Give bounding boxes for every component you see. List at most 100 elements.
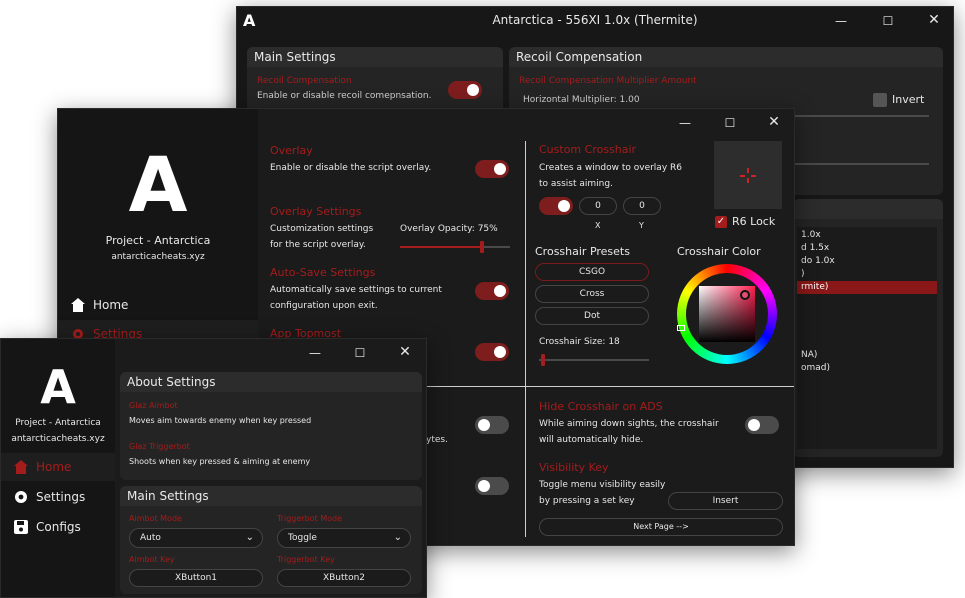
gear-icon (15, 491, 27, 503)
color-picker-handle[interactable] (740, 290, 750, 300)
aimbot-mode-select[interactable]: Auto ⌄ (129, 528, 263, 548)
vertical-multiplier-slider[interactable] (789, 163, 929, 165)
horizontal-multiplier-label: Horizontal Multiplier: 1.00 (523, 95, 640, 105)
triggerbot-key-label: Triggerbot Key (277, 555, 335, 564)
list-item[interactable]: do 1.0x (797, 255, 937, 268)
close-icon[interactable]: ✕ (924, 12, 944, 28)
front-logo: A (40, 360, 76, 414)
list-item[interactable] (797, 294, 937, 307)
recoil-compensation-toggle[interactable] (448, 81, 482, 99)
preset-list-panel: 1.0x d 1.5x do 1.0x ) rmite) NA) omad) (793, 199, 943, 457)
preset-cross-button[interactable]: Cross (535, 285, 649, 303)
preset-list[interactable]: 1.0x d 1.5x do 1.0x ) rmite) NA) omad) (797, 227, 937, 449)
front-close-icon[interactable]: ✕ (395, 344, 415, 360)
front-settings-label: Settings (36, 490, 86, 504)
triggerbot-key-button[interactable]: XButton2 (277, 569, 411, 587)
invert-checkbox[interactable] (873, 93, 887, 107)
mid-project-name: Project - Antarctica (105, 234, 211, 247)
hue-picker-handle[interactable] (677, 325, 685, 331)
list-item[interactable]: 1.0x (797, 229, 937, 242)
visibility-key-button[interactable]: Insert (668, 492, 783, 510)
app-topmost-toggle[interactable] (475, 343, 509, 361)
crosshair-y-input[interactable]: 0 (623, 197, 661, 215)
preset-csgo-button[interactable]: CSGO (535, 263, 649, 281)
mid-sidebar-item-home[interactable]: Home (58, 291, 258, 319)
overlay-opacity-slider[interactable] (400, 241, 510, 253)
list-item[interactable]: ) (797, 268, 937, 281)
triggerbot-mode-select[interactable]: Toggle ⌄ (277, 528, 411, 548)
front-sidebar-item-settings[interactable]: Settings (1, 483, 115, 511)
front-sidebar-item-home[interactable]: Home (1, 453, 115, 481)
chevron-down-icon: ⌄ (393, 532, 402, 543)
save-icon (14, 520, 28, 534)
hide-crosshair-toggle[interactable] (745, 416, 779, 434)
unknown-toggle-1[interactable] (475, 416, 509, 434)
mid-home-label: Home (93, 298, 129, 312)
horizontal-divider (426, 386, 794, 387)
crosshair-y-label: Y (639, 221, 644, 230)
aimbot-key-button[interactable]: XButton1 (129, 569, 263, 587)
recoil-panel-title: Recoil Compensation (509, 47, 943, 67)
auto-save-toggle[interactable] (475, 282, 509, 300)
front-maximize-icon[interactable]: ☐ (350, 345, 370, 361)
list-item[interactable] (797, 320, 937, 333)
visibility-key-desc-2: by pressing a set key (539, 496, 635, 506)
list-item-selected[interactable]: rmite) (797, 281, 937, 294)
crosshair-x-input[interactable]: 0 (579, 197, 617, 215)
overlay-opacity-label: Overlay Opacity: 75% (400, 224, 498, 234)
preset-dot-button[interactable]: Dot (535, 307, 649, 325)
horizontal-multiplier-slider[interactable] (789, 115, 929, 117)
maximize-icon[interactable]: ☐ (878, 13, 898, 29)
hide-crosshair-label: Hide Crosshair on ADS (539, 400, 663, 413)
aimbot-key-label: Aimbot Key (129, 555, 175, 564)
crosshair-x-label: X (595, 221, 601, 230)
visibility-key-desc-1: Toggle menu visibility easily (539, 480, 666, 490)
mid-logo: A (128, 140, 188, 229)
r6-lock-checkbox[interactable]: ✓ (715, 216, 727, 228)
unknown-toggle-2[interactable] (475, 477, 509, 495)
overlay-settings-label: Overlay Settings (270, 205, 362, 218)
list-item[interactable] (797, 307, 937, 320)
front-main-settings-panel: Main Settings Aimbot Mode Auto ⌄ Trigger… (120, 486, 422, 594)
minimize-icon[interactable]: — (831, 13, 851, 29)
custom-crosshair-desc-1: Creates a window to overlay R6 (539, 163, 682, 173)
front-sidebar-item-configs[interactable]: Configs (1, 513, 115, 541)
front-project-name: Project - Antarctica (15, 418, 101, 428)
front-home-label: Home (36, 460, 72, 474)
list-item[interactable]: NA) (797, 349, 937, 362)
mid-minimize-icon[interactable]: — (675, 115, 695, 131)
preset-list-head (793, 199, 943, 219)
list-item[interactable]: d 1.5x (797, 242, 937, 255)
triggerbot-mode-value: Toggle (288, 533, 317, 543)
partial-text: ytes. (426, 435, 448, 445)
overlay-toggle[interactable] (475, 160, 509, 178)
overlay-label: Overlay (270, 144, 313, 157)
r6-lock-label: R6 Lock (732, 215, 776, 228)
about-settings-title: About Settings (120, 372, 422, 392)
list-item[interactable] (797, 333, 937, 346)
hide-crosshair-desc-1: While aiming down sights, the crosshair (539, 419, 719, 429)
crosshair-color-title: Crosshair Color (677, 245, 761, 258)
auto-save-desc-1: Automatically save settings to current (270, 285, 442, 295)
front-sidebar: A Project - Antarctica antarcticacheats.… (1, 339, 115, 597)
back-main-settings-title: Main Settings (247, 47, 503, 67)
crosshair-preview (714, 141, 782, 209)
auto-save-label: Auto-Save Settings (270, 266, 376, 279)
overlay-settings-desc-1: Customization settings (270, 224, 374, 234)
aimbot-mode-value: Auto (140, 533, 161, 543)
custom-crosshair-desc-2: to assist aiming. (539, 179, 613, 189)
mid-site: antarcticacheats.xyz (111, 252, 205, 262)
mid-close-icon[interactable]: ✕ (764, 114, 784, 130)
crosshair-color-wheel[interactable] (677, 264, 777, 364)
front-configs-label: Configs (36, 520, 81, 534)
custom-crosshair-toggle[interactable] (539, 197, 573, 215)
overlay-desc: Enable or disable the script overlay. (270, 163, 432, 173)
glaz-aimbot-label: Glaz Aimbot (129, 401, 178, 410)
list-item[interactable]: omad) (797, 362, 937, 375)
front-minimize-icon[interactable]: — (305, 345, 325, 361)
triggerbot-mode-label: Triggerbot Mode (277, 514, 343, 523)
crosshair-size-slider[interactable] (539, 354, 649, 366)
crosshair-presets-title: Crosshair Presets (535, 245, 630, 258)
mid-maximize-icon[interactable]: ☐ (720, 115, 740, 131)
next-page-button[interactable]: Next Page --> (539, 518, 783, 536)
